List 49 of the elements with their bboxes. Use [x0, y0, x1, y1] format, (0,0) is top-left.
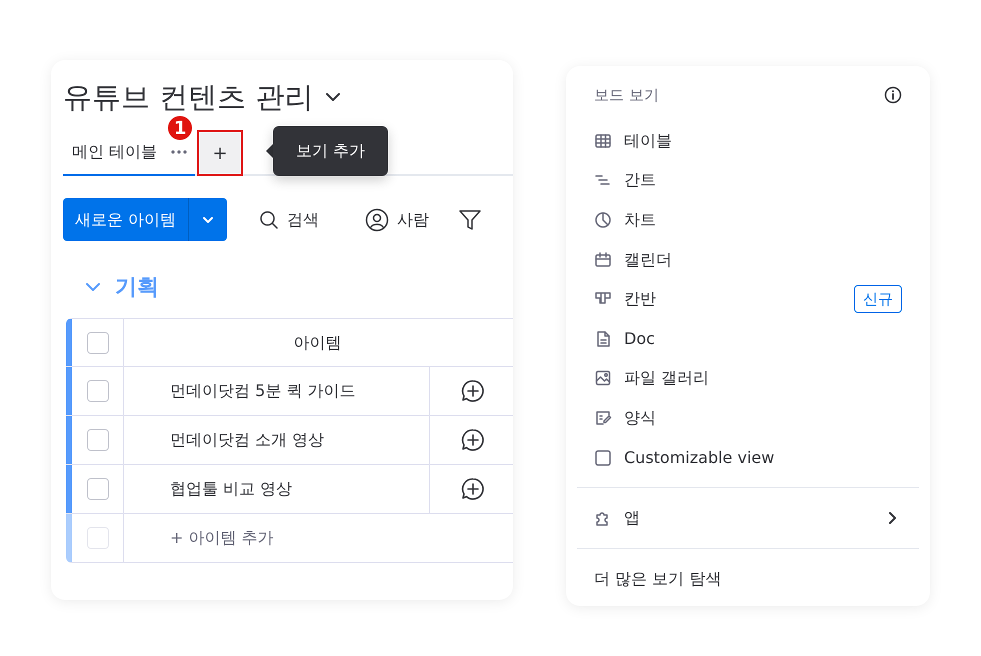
chevron-down-icon [202, 216, 214, 224]
checkbox[interactable] [86, 527, 108, 549]
image-icon [594, 369, 612, 388]
view-option[interactable]: Customizable view [594, 438, 902, 478]
tooltip: 보기 추가 [273, 126, 388, 176]
pie-chart-icon [594, 210, 612, 229]
search-icon [259, 210, 280, 230]
new-item-dropdown[interactable] [189, 198, 228, 241]
add-view-button[interactable]: + [197, 130, 244, 176]
checkbox[interactable] [86, 380, 108, 402]
item-name-cell[interactable]: 먼데이닷컴 5분 퀵 가이드 [124, 367, 430, 415]
checkbox[interactable] [86, 478, 108, 500]
calendar-icon [594, 250, 612, 269]
more-icon[interactable] [171, 150, 188, 154]
view-option[interactable]: 양식 [594, 398, 902, 438]
filter-icon[interactable] [459, 208, 482, 230]
view-option[interactable]: 차트 [594, 200, 902, 240]
item-name-cell[interactable]: 협업툴 비교 영상 [124, 465, 430, 513]
view-option[interactable]: 테이블 [594, 121, 902, 161]
table-icon [594, 132, 612, 150]
person-button[interactable]: 사람 [365, 208, 430, 232]
add-update-icon[interactable] [461, 428, 485, 452]
menu-title: 보드 보기 [594, 84, 659, 106]
form-icon [594, 408, 612, 427]
step-badge: 1 [166, 114, 194, 142]
chevron-right-icon [888, 511, 898, 526]
info-icon[interactable] [884, 86, 902, 104]
add-update-icon[interactable] [461, 379, 485, 403]
view-option[interactable]: Doc [594, 318, 902, 359]
chevron-down-icon[interactable] [325, 92, 342, 102]
explore-more-views-link[interactable]: 더 많은 보기 탐색 [594, 559, 902, 600]
new-tag: 신규 [854, 284, 902, 314]
add-update-icon[interactable] [461, 477, 485, 501]
checkbox[interactable] [86, 429, 108, 451]
apps-option[interactable]: 앱 [594, 498, 902, 538]
checkbox[interactable] [86, 332, 108, 354]
tooltip-pointer [266, 144, 273, 158]
item-name-cell[interactable]: 먼데이닷컴 소개 영상 [124, 416, 430, 464]
view-option[interactable]: 칸반 신규 [594, 279, 902, 319]
new-item-button[interactable]: 새로운 아이템 [63, 198, 190, 241]
view-option[interactable]: 캘린더 [594, 240, 902, 280]
view-option[interactable]: 파일 갤러리 [594, 358, 902, 398]
search-button[interactable]: 검색 [259, 208, 320, 232]
add-item-button[interactable]: + 아이템 추가 [170, 526, 274, 550]
column-header: 아이템 [294, 332, 342, 354]
person-icon [365, 208, 390, 232]
board-title: 유튜브 컨텐츠 관리 [63, 79, 314, 116]
view-option[interactable]: 간트 [594, 160, 902, 200]
square-icon [594, 448, 612, 467]
